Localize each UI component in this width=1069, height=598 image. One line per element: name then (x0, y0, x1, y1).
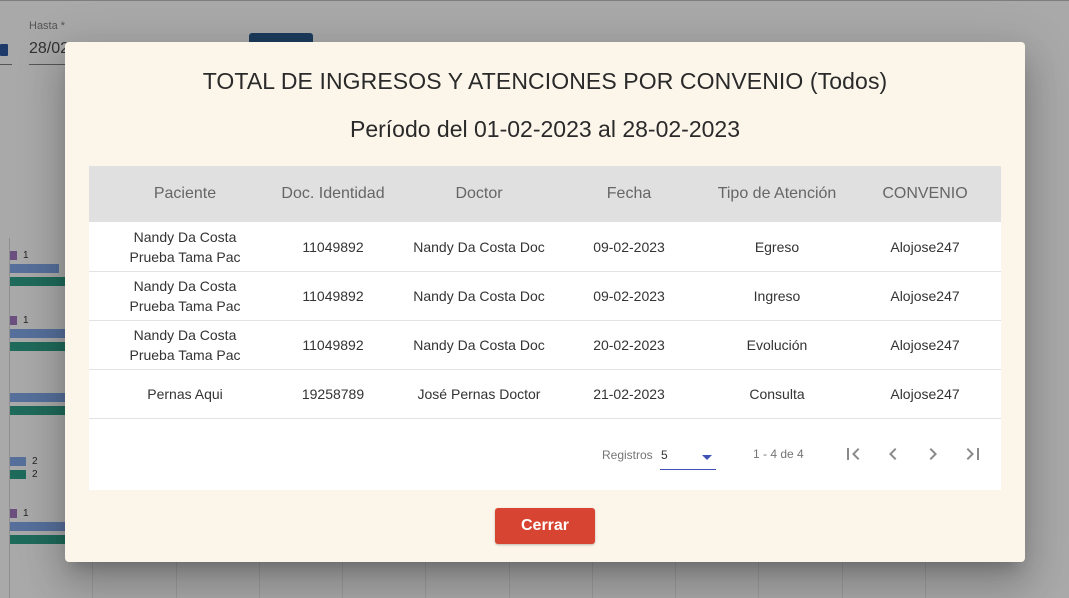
column-header-tipo-atencion[interactable]: Tipo de Atención (685, 166, 869, 222)
paciente-line-1: Nandy Da Costa (133, 277, 237, 294)
chart-gridline (425, 560, 426, 598)
chart-gridline (592, 560, 593, 598)
paciente-line-2: Prueba Tama Pac (129, 248, 241, 265)
dialog-title: TOTAL DE INGRESOS Y ATENCIONES POR CONVE… (202, 68, 888, 94)
paciente-line-1: Nandy Da Costa (133, 228, 237, 245)
cell-convenio: Alojose247 (890, 336, 960, 353)
hasta-field-underline (29, 64, 69, 65)
cell-paciente: Nandy Da Costa Prueba Tama Pac (89, 320, 281, 369)
chart-gridline (342, 560, 343, 598)
cell-doc-identidad: 11049892 (302, 287, 364, 304)
column-header-doc-identidad[interactable]: Doc. Identidad (281, 166, 385, 222)
hasta-label: Hasta * (29, 20, 66, 32)
chart-bar (10, 251, 17, 260)
cell-tipo-atencion: Consulta (749, 385, 805, 402)
table-row: Nandy Da Costa Prueba Tama Pac 11049892 N… (89, 320, 1001, 370)
column-header-convenio[interactable]: CONVENIO (869, 166, 981, 222)
chart-bar (10, 457, 26, 466)
table-row: Pernas Aqui 19258789 José Pernas Doctor … (89, 369, 1001, 419)
cell-fecha: 09-02-2023 (593, 238, 665, 255)
chart-bar (10, 535, 65, 544)
chart-bar-label: 1 (23, 250, 29, 261)
page-size-select[interactable]: 5 (660, 445, 716, 470)
cell-paciente: Nandy Da Costa Prueba Tama Pac (89, 222, 281, 271)
cell-fecha: 20-02-2023 (593, 336, 665, 353)
column-header-doctor[interactable]: Doctor (385, 166, 573, 222)
last-page-icon (966, 448, 979, 460)
column-header-paciente[interactable]: Paciente (89, 166, 281, 222)
chart-bar (10, 406, 65, 415)
chart-bar (10, 264, 59, 273)
chart-bar (10, 509, 17, 518)
table-row: Nandy Da Costa Prueba Tama Pac 11049892 N… (89, 271, 1001, 321)
top-divider (0, 0, 1069, 1)
chart-gridline (675, 560, 676, 598)
last-page-button[interactable] (961, 442, 985, 466)
chart-bar (10, 522, 65, 531)
cell-doc-identidad: 19258789 (301, 385, 365, 402)
chart-bar (10, 329, 65, 338)
chart-gridline (758, 560, 759, 598)
chart-bar-label: 1 (23, 508, 29, 519)
cell-tipo-atencion: Egreso (754, 238, 800, 255)
paciente-line-2: Prueba Tama Pac (129, 297, 241, 314)
paginator: Registros 5 1 - 4 de 4 (89, 418, 1001, 490)
cell-tipo-atencion: Evolución (746, 336, 808, 353)
calendar-icon (0, 44, 8, 56)
page-size-value: 5 (661, 448, 668, 462)
chart-gridline (842, 560, 843, 598)
page-range-label: 1 - 4 de 4 (753, 447, 804, 461)
close-button[interactable]: Cerrar (495, 508, 595, 544)
chart-bar-label: 1 (23, 315, 29, 326)
chart-gridline (92, 560, 93, 598)
cell-tipo-atencion: Ingreso (753, 287, 801, 304)
report-table: Paciente Doc. Identidad Doctor Fecha Tip… (89, 166, 1001, 490)
table-row: Nandy Da Costa Prueba Tama Pac 11049892 N… (89, 222, 1001, 272)
chart-bar (10, 316, 17, 325)
chart-bar-label: 2 (32, 456, 38, 467)
dropdown-caret-icon (702, 455, 712, 460)
paciente-line-1: Nandy Da Costa (133, 326, 237, 343)
cell-doc-identidad: 11049892 (302, 238, 364, 255)
cell-convenio: Alojose247 (890, 385, 960, 402)
cell-doctor: Nandy Da Costa Doc (413, 287, 545, 304)
cell-fecha: 21-02-2023 (593, 385, 665, 402)
chart-gridline (925, 560, 926, 598)
chart-gridline (509, 560, 510, 598)
report-dialog: TOTAL DE INGRESOS Y ATENCIONES POR CONVE… (65, 42, 1025, 562)
cell-convenio: Alojose247 (890, 238, 960, 255)
paciente-line-2: Prueba Tama Pac (129, 346, 241, 363)
first-page-button[interactable] (841, 442, 865, 466)
chart-bar (10, 470, 26, 479)
cell-convenio: Alojose247 (890, 287, 960, 304)
chart-bar (10, 393, 65, 402)
table-header: Paciente Doc. Identidad Doctor Fecha Tip… (89, 166, 1001, 222)
chart-bar (10, 277, 65, 286)
cell-paciente: Pernas Aqui (89, 369, 281, 418)
desde-field-underline (0, 64, 12, 65)
hasta-input[interactable]: 28/02 (29, 40, 69, 58)
prev-page-button[interactable] (881, 442, 905, 466)
dialog-period: Período del 01-02-2023 al 28-02-2023 (349, 116, 740, 142)
chart-gridline (259, 560, 260, 598)
chart-bar-label: 2 (32, 469, 38, 480)
cell-doc-identidad: 11049892 (302, 336, 364, 353)
cell-doctor: José Pernas Doctor (417, 385, 541, 402)
cell-doctor: Nandy Da Costa Doc (413, 336, 545, 353)
next-page-button[interactable] (921, 442, 945, 466)
next-page-icon (929, 448, 937, 460)
paciente-line-1: Pernas Aqui (147, 385, 223, 402)
prev-page-icon (889, 448, 897, 460)
cell-paciente: Nandy Da Costa Prueba Tama Pac (89, 271, 281, 320)
cell-doctor: Nandy Da Costa Doc (413, 238, 545, 255)
cell-fecha: 09-02-2023 (593, 287, 665, 304)
chart-axis (9, 238, 10, 598)
column-header-fecha[interactable]: Fecha (573, 166, 685, 222)
chart-bar (10, 342, 65, 351)
page-size-label: Registros (602, 448, 653, 462)
first-page-icon (847, 448, 860, 460)
chart-gridline (176, 560, 177, 598)
